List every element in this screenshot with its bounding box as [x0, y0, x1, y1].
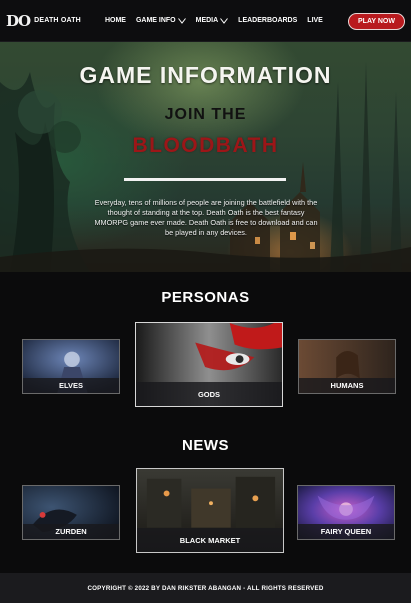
nav-item-label: LIVE [307, 17, 323, 24]
news-card-fairy-queen[interactable]: FAIRY QUEEN [297, 485, 395, 540]
main-menu: HOME GAME INFO MEDIA LEADERBOARDS LIVE [105, 17, 333, 24]
personas-heading: PERSONAS [161, 289, 250, 306]
nav-item-label: HOME [104, 17, 126, 24]
nav-item-home[interactable]: HOME [105, 17, 126, 24]
nav-item-media[interactable]: MEDIA [196, 17, 229, 24]
news-card-black-market[interactable]: BLACK MARKET [136, 468, 284, 553]
news-card-zurden[interactable]: ZURDEN [22, 485, 120, 540]
play-now-button[interactable]: PLAY NOW [348, 13, 405, 30]
persona-card-humans[interactable]: HUMANS [298, 339, 396, 394]
hero-accent-title: BLOODBATH [132, 134, 279, 157]
nav-item-leaderboards[interactable]: LEADERBOARDS [238, 17, 297, 24]
nav-item-label: LEADERBOARDS [238, 17, 298, 24]
persona-card-gods[interactable]: GODS [135, 322, 283, 407]
hero-description: Everyday, tens of millions of people are… [94, 198, 318, 237]
persona-card-elves[interactable]: ELVES [22, 339, 120, 394]
card-label: FAIRY QUEEN [298, 524, 394, 539]
chevron-down-icon [177, 17, 186, 24]
card-label: ZURDEN [23, 524, 119, 539]
news-heading: NEWS [182, 437, 229, 454]
nav-item-game-info[interactable]: GAME INFO [136, 17, 186, 24]
hero-title: GAME INFORMATION [79, 62, 332, 88]
hero-subtitle: JOIN THE [164, 106, 247, 123]
card-label: BLACK MARKET [137, 528, 283, 552]
copyright-text: COPYRIGHT © 2022 BY DAN RIKSTER ABANGAN … [87, 584, 324, 592]
nav-item-label: MEDIA [195, 17, 219, 24]
hero-banner: GAME INFORMATION JOIN THE BLOODBATH Ever… [0, 42, 411, 272]
card-label: HUMANS [299, 378, 395, 393]
chevron-down-icon [220, 17, 229, 24]
top-navbar: DO DEATH OATH HOME GAME INFO MEDIA LEADE… [0, 0, 411, 42]
hero-divider [124, 178, 286, 181]
logo-mark: DO [6, 11, 31, 30]
nav-item-live[interactable]: LIVE [307, 17, 323, 24]
site-logo[interactable]: DO DEATH OATH [6, 12, 81, 30]
logo-text: DEATH OATH [34, 17, 81, 24]
card-label: GODS [136, 382, 282, 406]
card-label: ELVES [23, 378, 119, 393]
page-footer: COPYRIGHT © 2022 BY DAN RIKSTER ABANGAN … [0, 573, 411, 603]
nav-item-label: GAME INFO [135, 17, 176, 24]
